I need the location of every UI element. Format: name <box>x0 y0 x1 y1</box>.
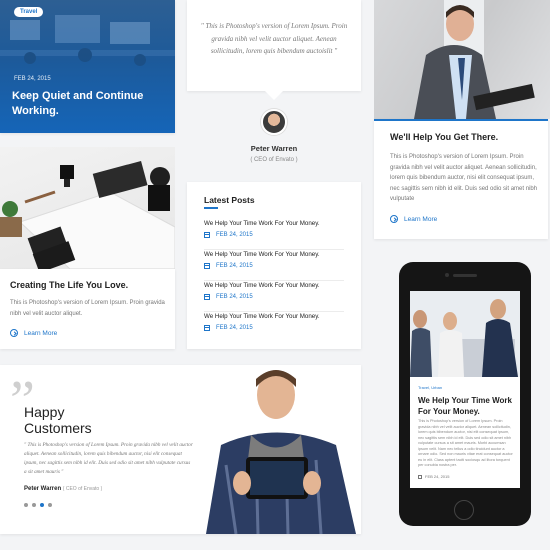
happy-title-line1: Happy <box>24 404 65 420</box>
calendar-icon <box>204 263 210 269</box>
list-item[interactable]: We Help Your Time Work For Your Money. F… <box>204 313 344 343</box>
calendar-icon <box>204 232 210 238</box>
arrow-circle-icon <box>390 215 398 223</box>
carousel-dot[interactable] <box>32 503 36 507</box>
carousel-dot[interactable] <box>48 503 52 507</box>
testimonial-quote: " This is Photoshop's version of Lorem I… <box>200 22 348 55</box>
camera-icon <box>445 273 449 277</box>
customer-author: Peter Warren ( CEO of Envato ) <box>24 486 102 492</box>
help-learn-more-label[interactable]: Learn More <box>404 216 437 223</box>
travel-date: FEB 24, 2015 <box>14 76 51 82</box>
latest-posts-title: Latest Posts <box>204 195 255 205</box>
travel-title[interactable]: Keep Quiet and Continue Working. <box>12 89 162 119</box>
post-title[interactable]: We Help Your Time Work For Your Money. <box>204 313 320 320</box>
speaker-grille <box>453 274 477 277</box>
help-learn-more-link[interactable]: Learn More <box>390 215 437 223</box>
quote-pointer <box>264 90 284 100</box>
phone-post-date: FEB 24, 2015 <box>425 474 450 479</box>
meeting-photo <box>410 291 520 377</box>
phone-post-title[interactable]: We Help Your Time Work For Your Money. <box>418 395 514 417</box>
post-date: FEB 24, 2015 <box>216 294 253 300</box>
travel-tag[interactable]: Travel <box>14 7 44 17</box>
list-item[interactable]: We Help Your Time Work For Your Money. F… <box>204 251 344 281</box>
post-date: FEB 24, 2015 <box>216 263 253 269</box>
stationery-illustration <box>0 160 175 269</box>
creating-card: Creating The Life You Love. This is Phot… <box>0 269 175 349</box>
calendar-icon <box>204 294 210 300</box>
creating-learn-more-link[interactable]: Learn More <box>10 329 57 337</box>
testimonial-card: " This is Photoshop's version of Lorem I… <box>187 0 361 91</box>
arrow-circle-icon <box>10 329 18 337</box>
post-title[interactable]: We Help Your Time Work For Your Money. <box>204 282 320 289</box>
testimonial-name: Peter Warren <box>250 144 298 153</box>
customer-author-name: Peter Warren <box>24 486 62 492</box>
home-button <box>454 500 474 520</box>
phone-screen: Travel, Urban We Help Your Time Work For… <box>410 291 520 488</box>
post-title[interactable]: We Help Your Time Work For Your Money. <box>204 220 320 227</box>
post-date: FEB 24, 2015 <box>216 325 253 331</box>
creating-body: This is Photoshop's version of Lorem Ips… <box>10 300 165 317</box>
testimonial-role: ( CEO of Envato ) <box>250 157 298 163</box>
phone-post-tag[interactable]: Travel, Urban <box>418 385 442 390</box>
accent-bar <box>374 119 548 121</box>
customer-author-role: ( CEO of Envato ) <box>62 486 103 492</box>
travel-hero-card[interactable]: Travel FEB 24, 2015 Keep Quiet and Conti… <box>0 0 175 133</box>
customer-quote: " This is Photoshop's version of Lorem I… <box>24 442 193 475</box>
title-underline <box>204 207 218 209</box>
carousel-dot[interactable] <box>24 503 28 507</box>
post-title[interactable]: We Help Your Time Work For Your Money. <box>204 251 320 258</box>
stationery-photo <box>0 147 175 269</box>
carousel-dot-active[interactable] <box>40 503 44 507</box>
phone-mockup: Travel, Urban We Help Your Time Work For… <box>399 262 531 526</box>
latest-posts-card: Latest Posts We Help Your Time Work For … <box>187 182 361 349</box>
help-card: We'll Help You Get There. This is Photos… <box>374 119 548 239</box>
happy-title-line2: Customers <box>24 420 92 436</box>
happy-customers-title: Happy Customers <box>24 404 92 436</box>
help-title[interactable]: We'll Help You Get There. <box>390 132 498 142</box>
calendar-icon <box>204 325 210 331</box>
phone-post-body: This is Photoshop's version of Lorem Ips… <box>418 419 513 467</box>
creating-learn-more-label[interactable]: Learn More <box>24 330 57 337</box>
list-item[interactable]: We Help Your Time Work For Your Money. F… <box>204 220 344 250</box>
businessman-illustration <box>414 0 535 119</box>
list-item[interactable]: We Help Your Time Work For Your Money. F… <box>204 282 344 312</box>
calendar-icon <box>418 474 422 479</box>
businessman-photo <box>374 0 550 119</box>
creating-title[interactable]: Creating The Life You Love. <box>10 280 128 290</box>
carousel-dots <box>24 503 52 507</box>
post-date: FEB 24, 2015 <box>216 232 253 238</box>
avatar <box>261 109 287 135</box>
man-with-tablet-photo <box>206 370 356 534</box>
help-body: This is Photoshop's version of Lorem Ips… <box>390 154 538 202</box>
happy-customers-card: ” Happy Customers " This is Photoshop's … <box>0 365 361 534</box>
